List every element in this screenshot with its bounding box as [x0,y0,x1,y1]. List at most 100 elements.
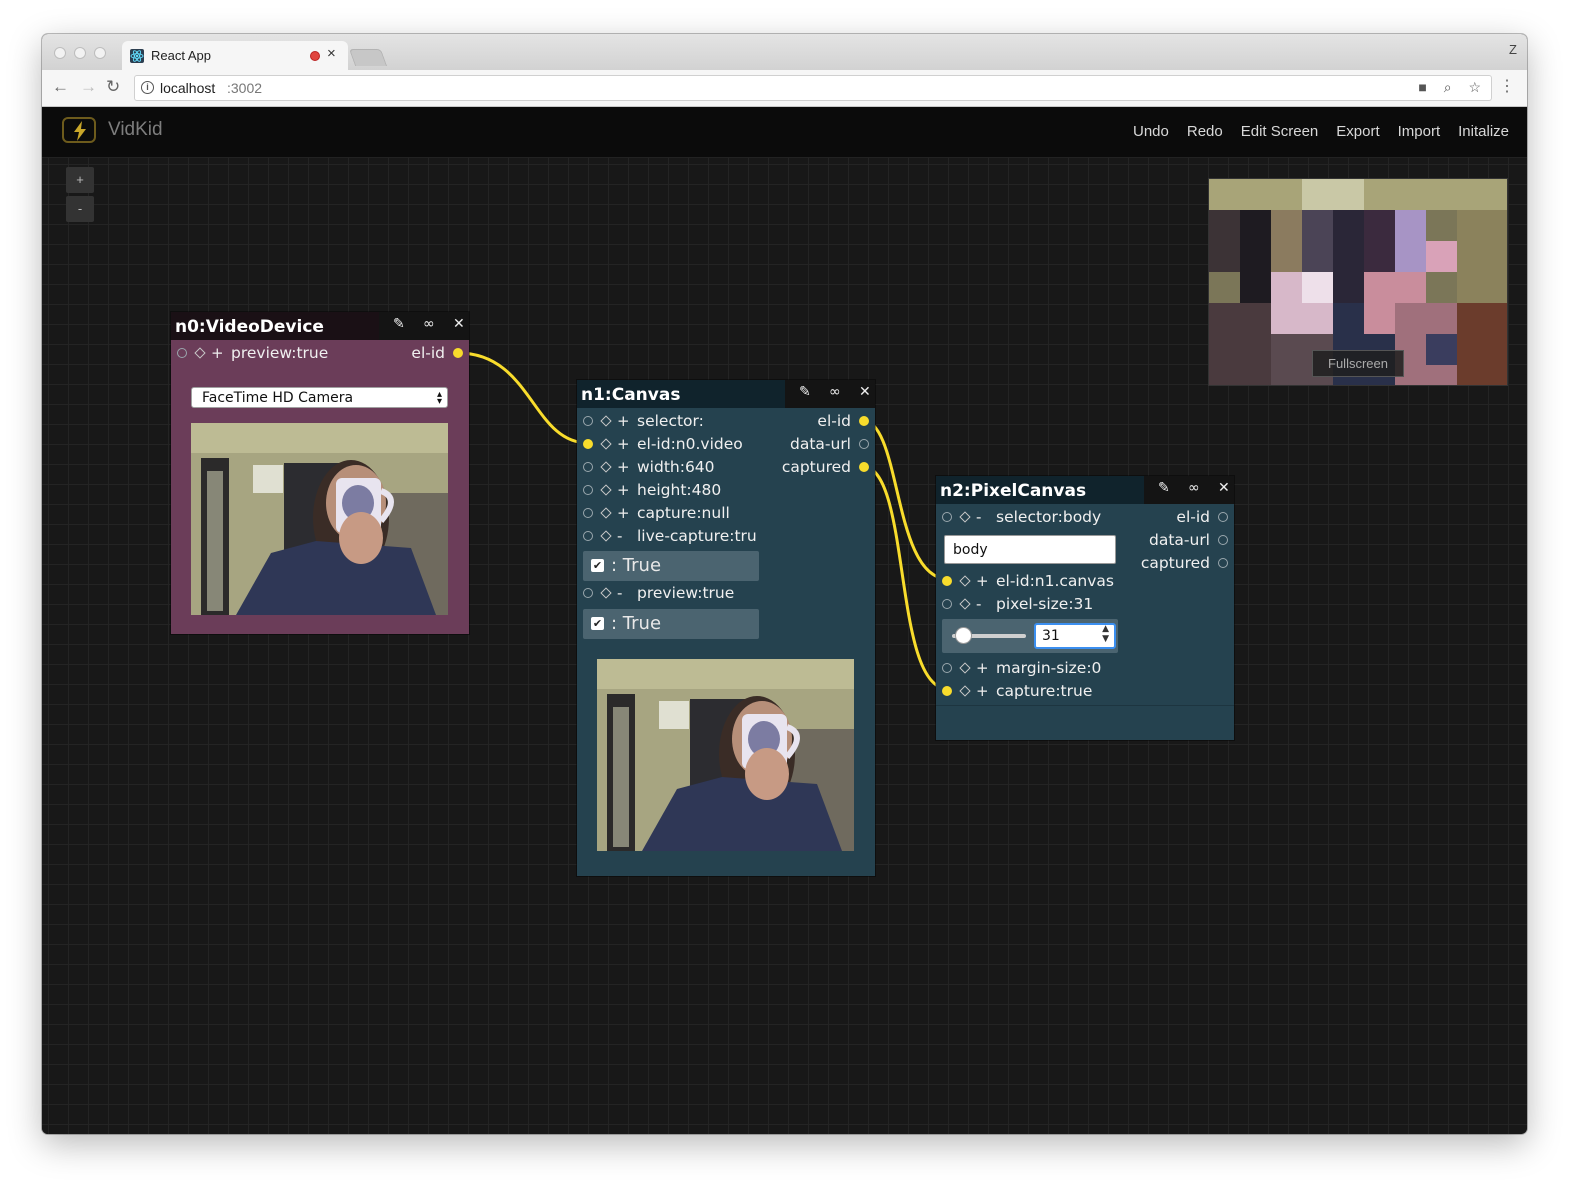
window-close-dot[interactable] [54,47,66,59]
back-icon[interactable]: ← [52,77,69,97]
diamond-toggle-icon[interactable] [194,347,206,359]
node-n0-videodevice[interactable]: n0:VideoDevice ✎ ∞ ✕ + preview:true el-i… [171,312,469,634]
site-info-icon[interactable]: i [141,81,154,94]
spinner-down-icon[interactable]: ▼ [1102,634,1109,644]
input-port[interactable] [583,439,593,449]
input-port[interactable] [583,508,593,518]
expand-toggle[interactable]: + [211,342,224,364]
export-button[interactable]: Export [1336,123,1379,140]
output-port[interactable] [1218,535,1228,545]
input-port[interactable] [583,531,593,541]
input-port[interactable] [583,462,593,472]
fullscreen-button[interactable]: Fullscreen [1312,350,1404,377]
expand-toggle[interactable]: - [976,593,981,615]
node-header[interactable]: n0:VideoDevice ✎ ∞ ✕ [171,312,469,340]
address-bar[interactable]: i localhost :3002 ■ ⌕ ☆ [134,75,1492,101]
expand-toggle[interactable]: + [976,657,989,679]
expand-toggle[interactable]: + [976,570,989,592]
browser-menu-icon[interactable]: ⋮ [1499,76,1515,96]
output-port[interactable] [453,348,463,358]
output-port[interactable] [859,462,869,472]
pixel-size-number-input[interactable]: 31 ▲ ▼ [1034,623,1116,649]
output-port[interactable] [859,439,869,449]
graph-canvas[interactable]: + - Fullscreen n0:VideoDevice ✎ ∞ ✕ + pr… [42,158,1527,1134]
diamond-toggle-icon[interactable] [600,587,612,599]
pencil-icon[interactable]: ✎ [799,384,811,400]
pencil-icon[interactable]: ✎ [393,316,405,332]
window-maximize-dot[interactable] [94,47,106,59]
expand-toggle[interactable]: + [617,502,630,524]
diamond-toggle-icon[interactable] [959,511,971,523]
import-button[interactable]: Import [1398,123,1441,140]
expand-toggle[interactable]: + [617,456,630,478]
edit-screen-button[interactable]: Edit Screen [1241,123,1319,140]
node-header[interactable]: n1:Canvas ✎ ∞ ✕ [577,380,875,408]
initialize-button[interactable]: Initalize [1458,123,1509,140]
diamond-toggle-icon[interactable] [600,507,612,519]
diamond-toggle-icon[interactable] [600,415,612,427]
output-port[interactable] [1218,512,1228,522]
output-port[interactable] [1218,558,1228,568]
link-icon[interactable]: ∞ [423,316,435,332]
expand-toggle[interactable]: - [617,525,622,547]
redo-button[interactable]: Redo [1187,123,1223,140]
input-port[interactable] [177,348,187,358]
input-port[interactable] [583,485,593,495]
link-icon[interactable]: ∞ [1188,480,1200,496]
spinner-up-icon[interactable]: ▲ [1102,624,1109,634]
pixel-size-slider-thumb[interactable] [954,627,972,644]
input-port[interactable] [942,576,952,586]
diamond-toggle-icon[interactable] [959,575,971,587]
node-n2-pixelcanvas[interactable]: n2:PixelCanvas ✎ ∞ ✕ - selector:body el-… [936,476,1234,740]
input-label: live-capture:tru [637,527,757,545]
diamond-toggle-icon[interactable] [600,484,612,496]
preview-checkbox[interactable]: ✔ [591,617,604,630]
live-capture-checkbox-row[interactable]: ✔ : True [583,551,759,581]
output-label: data-url [1148,531,1210,549]
expand-toggle[interactable]: + [976,680,989,702]
expand-toggle[interactable]: - [976,506,981,528]
link-icon[interactable]: ∞ [829,384,841,400]
expand-toggle[interactable]: + [617,410,630,432]
output-port[interactable] [859,416,869,426]
close-icon[interactable]: ✕ [1218,480,1230,496]
undo-button[interactable]: Undo [1133,123,1169,140]
bookmark-star-icon[interactable]: ☆ [1468,79,1481,95]
camera-icon[interactable]: ■ [1418,79,1426,95]
diamond-toggle-icon[interactable] [600,461,612,473]
zoom-icon[interactable]: ⌕ [1444,79,1452,95]
diamond-toggle-icon[interactable] [959,598,971,610]
node-tools: ✎ ∞ ✕ [1144,476,1234,504]
diamond-toggle-icon[interactable] [600,438,612,450]
diamond-toggle-icon[interactable] [959,662,971,674]
diamond-toggle-icon[interactable] [959,685,971,697]
camera-select[interactable]: FaceTime HD Camera ▴ ▾ [191,387,448,408]
input-port[interactable] [583,416,593,426]
lightning-logo-icon [62,117,96,143]
close-icon[interactable]: ✕ [859,384,871,400]
input-port[interactable] [583,588,593,598]
pencil-icon[interactable]: ✎ [1158,480,1170,496]
window-minimize-dot[interactable] [74,47,86,59]
expand-toggle[interactable]: - [617,582,622,604]
input-port[interactable] [942,512,952,522]
diamond-toggle-icon[interactable] [600,530,612,542]
expand-toggle[interactable]: + [617,433,630,455]
forward-icon[interactable]: → [80,77,97,97]
browser-tab[interactable]: React App × [122,41,348,70]
input-port[interactable] [942,686,952,696]
profile-initial[interactable]: Z [1509,42,1517,57]
input-port[interactable] [942,663,952,673]
reload-icon[interactable]: ↻ [106,77,120,97]
live-capture-checkbox[interactable]: ✔ [591,559,604,572]
expand-toggle[interactable]: + [617,479,630,501]
new-tab-button[interactable] [348,49,388,66]
url-port: :3002 [227,80,263,96]
input-port[interactable] [942,599,952,609]
node-n1-canvas[interactable]: n1:Canvas ✎ ∞ ✕ + selector: el-id + el-i… [577,380,875,876]
close-icon[interactable]: ✕ [453,316,465,332]
input-row: + el-id:n1.canvas [936,570,1234,592]
preview-checkbox-row[interactable]: ✔ : True [583,609,759,639]
node-header[interactable]: n2:PixelCanvas ✎ ∞ ✕ [936,476,1234,504]
tab-close-icon[interactable]: × [327,45,336,62]
